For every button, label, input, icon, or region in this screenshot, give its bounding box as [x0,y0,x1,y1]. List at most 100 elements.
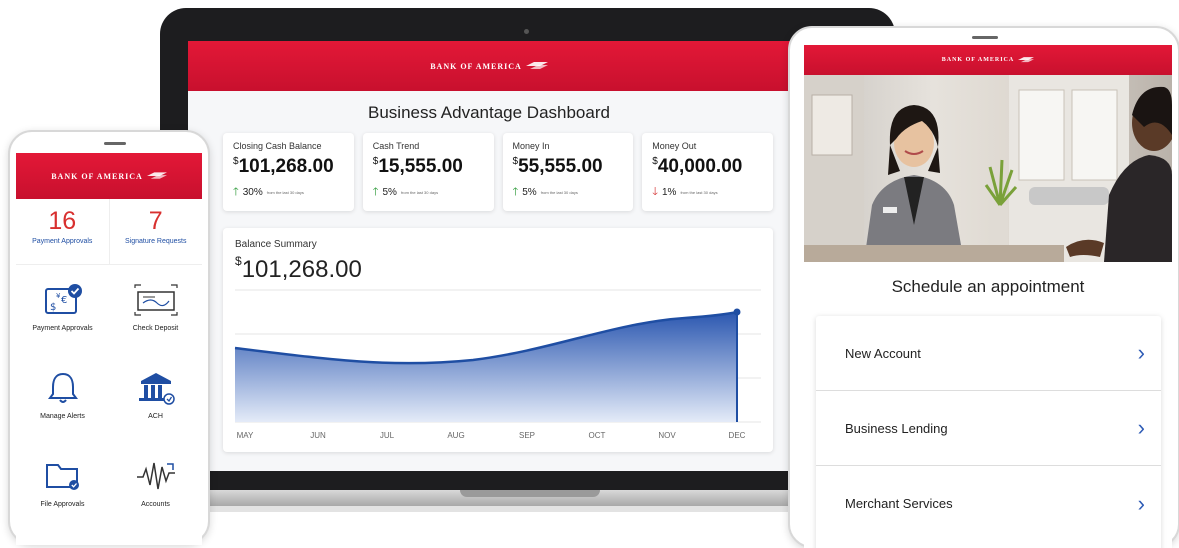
stat-label: Money In [512,141,550,151]
change-percent: 5% [382,187,397,198]
stat-label: Cash Trend [372,141,420,151]
arrow-up-icon: 🡑 [233,186,239,198]
balance-area [235,312,737,422]
dashboard-header: BANK OF AMERICA [188,41,790,91]
chevron-right-icon: › [1137,490,1145,516]
tile-accounts[interactable]: Accounts [109,453,202,541]
arrow-down-icon: 🡓 [652,186,658,198]
stat-change: 🡑 5% from the last 30 days [513,183,624,202]
appointment-options: New Account › Business Lending › Merchan… [816,316,1161,548]
appointment-option-merchant-services[interactable]: Merchant Services › [816,466,1161,541]
stat-amount: 101,268.00 [238,156,334,177]
schedule-appointment-title: Schedule an appointment [891,277,1085,296]
check-icon [133,284,178,316]
dashboard-title: Business Advantage Dashboard [368,103,610,122]
flag-logo-icon [146,172,167,179]
change-note: from the last 30 days [540,190,578,195]
option-label: New Account [845,345,921,361]
change-percent: 30% [242,187,263,198]
flag-logo-icon [525,62,548,69]
x-axis-month: DEC [728,431,746,440]
stat-change: 🡓 1% from the last 30 days [652,183,763,202]
tablet-screen: BANK OF AMERICA Schedule an appointment … [804,45,1172,548]
stat-cards: Closing Cash Balance $101,268.00 🡑 30% f… [223,133,773,211]
x-axis-month: AUG [447,431,465,440]
stat-amount: 40,000.00 [657,156,743,177]
stat-value: $40,000.00 [652,156,763,178]
arrow-up-icon: 🡑 [512,186,519,198]
pending-counts: 16 Payment Approvals 7 Signature Request… [16,199,202,265]
svg-text:€: € [61,295,67,306]
stat-card-cash-trend[interactable]: Cash Trend $15,555.00 🡑 5% from the last… [362,133,494,211]
x-axis-month: JUL [379,431,395,440]
stat-value: $55,555.00 [513,156,624,178]
count-label: Payment Approvals [32,238,93,245]
stat-amount: 15,555.00 [378,156,463,177]
tile-payment-approvals[interactable]: $ € ¥ Payment Approvals [16,277,109,365]
payment-approvals-count[interactable]: 16 Payment Approvals [16,199,109,264]
tile-label: Check Deposit [132,325,179,332]
appointment-option-new-account[interactable]: New Account › [816,316,1161,391]
tile-check-deposit[interactable]: Check Deposit [109,277,202,365]
svg-text:¥: ¥ [56,292,61,300]
photo-illustration [804,75,1172,262]
chevron-right-icon: › [1137,340,1145,365]
arrow-up-icon: 🡑 [372,186,379,198]
x-axis-month: NOV [658,431,676,440]
appointment-option-business-lending[interactable]: Business Lending › [816,391,1161,466]
balance-summary-value: $101,268.00 [235,254,362,284]
tablet-device: BANK OF AMERICA Schedule an appointment … [788,26,1179,548]
change-note: from the last 30 days [266,190,304,195]
tablet-camera [972,36,998,39]
quick-actions-grid: $ € ¥ Payment Approvals Check Deposit Ma… [16,277,202,541]
count-label: Signature Requests [125,238,187,245]
phone-header: BANK OF AMERICA [16,153,202,199]
tile-file-approvals[interactable]: File Approvals [16,453,109,541]
change-percent: 1% [661,187,677,198]
tile-manage-alerts[interactable]: Manage Alerts [16,365,109,453]
banker-meeting-photo [804,75,1172,262]
laptop-camera [524,29,529,34]
tile-label: File Approvals [40,501,85,508]
phone-device: BANK OF AMERICA 16 Payment Approvals 7 S… [8,130,210,545]
brand-logo: BANK OF AMERICA [51,171,143,181]
brand-logo: BANK OF AMERICA [941,57,1015,63]
brand-logo: BANK OF AMERICA [430,61,522,71]
laptop-shadow [200,506,880,512]
stat-value: $101,268.00 [233,156,344,178]
tile-label: ACH [148,413,163,420]
currency-exchange-icon: $ € ¥ [44,284,82,314]
bell-icon [47,372,78,403]
stat-card-money-in[interactable]: Money In $55,555.00 🡑 5% from the last 3… [502,133,634,211]
balance-summary-card: Balance Summary $101,268.00 MAY JUN JUL … [223,228,773,452]
tile-label: Payment Approvals [32,325,93,332]
option-label: Business Lending [845,420,948,436]
chevron-right-icon: › [1137,415,1145,440]
currency-symbol: $ [235,254,242,268]
stat-label: Money Out [652,141,697,151]
svg-text:$: $ [50,302,56,313]
tablet-header: BANK OF AMERICA [804,45,1172,75]
laptop-notch [460,490,600,497]
option-label: Merchant Services [845,496,953,511]
signature-requests-count[interactable]: 7 Signature Requests [108,199,203,264]
stat-amount: 55,555.00 [518,156,603,177]
dashboard-screen: BANK OF AMERICA Business Advantage Dashb… [188,41,790,471]
stat-card-money-out[interactable]: Money Out $40,000.00 🡓 1% from the last … [642,133,773,211]
stat-change: 🡑 30% from the last 30 days [233,183,344,202]
tile-ach[interactable]: ACH [109,365,202,453]
balance-summary-label: Balance Summary [235,239,317,250]
phone-speaker [104,142,126,145]
stat-card-closing-cash-balance[interactable]: Closing Cash Balance $101,268.00 🡑 30% f… [223,133,354,211]
phone-screen: BANK OF AMERICA 16 Payment Approvals 7 S… [16,153,202,545]
balance-amount: 101,268.00 [241,256,362,283]
flag-logo-icon [1018,57,1035,63]
current-point[interactable] [733,308,741,316]
stat-label: Closing Cash Balance [233,141,322,151]
folder-icon [45,464,79,490]
stat-value: $15,555.00 [373,156,484,178]
change-note: from the last 30 days [680,190,718,195]
x-axis-month: JUN [310,431,326,440]
tile-label: Accounts [141,501,170,508]
count-number: 16 [48,207,77,235]
